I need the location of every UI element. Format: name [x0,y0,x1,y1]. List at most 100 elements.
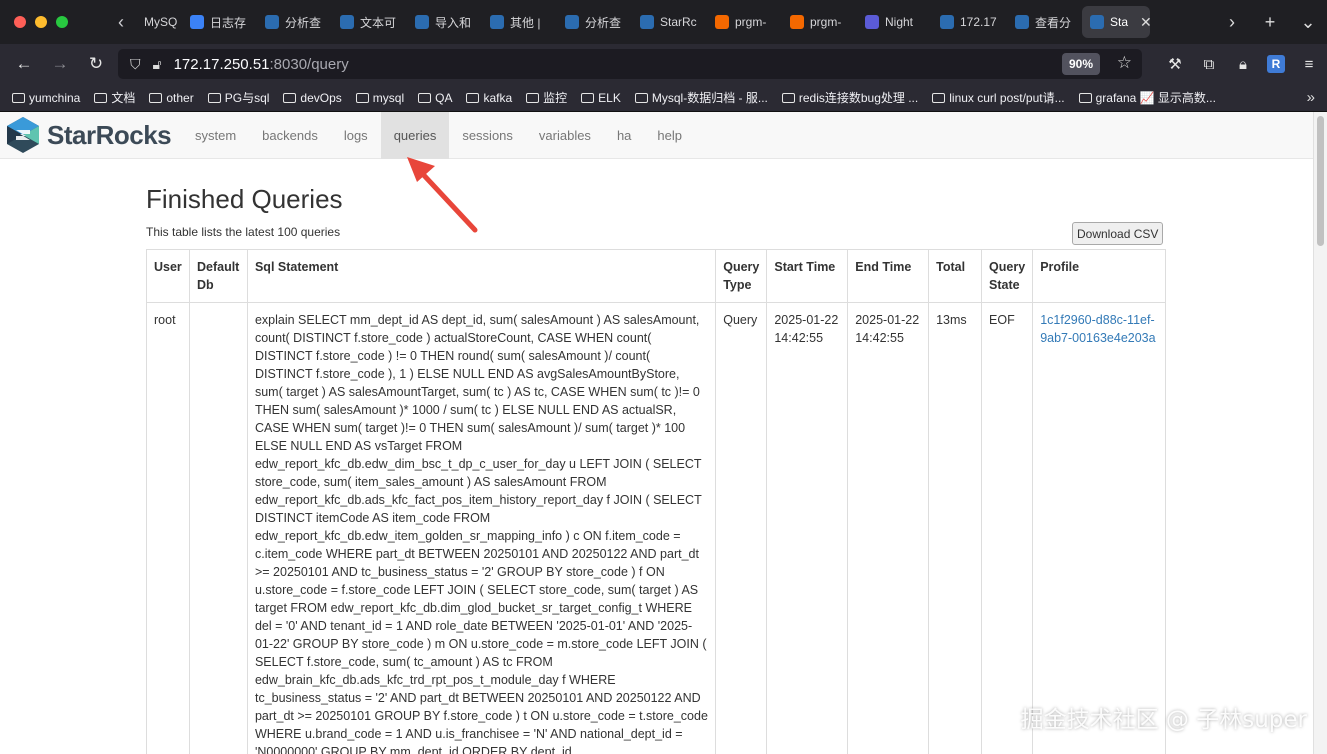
bookmark-icon [781,92,795,103]
bookmark-item[interactable]: Mysql-数据归档 - 服... [634,89,768,106]
maximize-window-button[interactable] [56,16,68,28]
queries-table: User Default Db Sql Statement Query Type Sta… [146,249,1166,754]
lock-icon[interactable]: 🔒︎ [1233,56,1253,73]
extension-r-icon[interactable]: R [1267,55,1285,73]
bookmark-item[interactable]: 监控 [526,89,567,106]
bookmark-item[interactable]: mysql [355,91,404,105]
browser-tab[interactable]: prgm- [707,6,782,38]
browser-tabs: MySQ 日志存 分析查 文本可 导入和 其他 | 分析查 StarRc prgm-prgm- N… [136,0,1150,44]
page-subtitle: This table lists the latest 100 queries [146,225,341,239]
bookmark-item[interactable]: linux curl post/put请... [932,89,1065,106]
browser-tab[interactable]: 查看分 [1007,6,1082,38]
download-csv-button[interactable]: Download CSV [1072,222,1164,245]
nav-backends[interactable]: backends [249,112,331,159]
reload-icon[interactable]: ↻ [78,54,114,74]
wrench-icon[interactable]: ⚒ [1165,55,1185,73]
shield-icon[interactable]: ⛉ [130,56,141,73]
page-title: Finished Queries [146,184,343,214]
nav-variables[interactable]: variables [526,112,604,159]
tab-label: 导入和 [435,15,472,30]
tab-favicon-icon [565,15,579,29]
nav-queries[interactable]: queries [380,112,450,159]
tab-label: StarRc [660,15,697,29]
window-controls [0,16,106,28]
bookmark-item[interactable]: grafana 📈 显示高数... [1078,89,1216,106]
cell-query-type: Query [715,302,768,754]
bookmark-item[interactable]: 文档 [94,89,135,106]
nav-logs[interactable]: logs [331,112,381,159]
bookmark-label: devOps [300,90,342,105]
nav-ha[interactable]: ha [604,112,644,159]
menu-icon[interactable]: ≡ [1299,56,1319,73]
table-row: root explain SELECT mm_dept_id AS dept_id… [146,302,1166,754]
browser-tab[interactable]: 172.17 [932,6,1007,38]
bookmark-label: Mysql-数据归档 - 服... [651,91,768,105]
bookmark-item[interactable]: yumchina [12,91,80,105]
browser-tab[interactable]: MySQ [136,6,182,38]
starrocks-logo-icon [7,117,39,153]
nav-sessions[interactable]: sessions [449,112,526,159]
folder-icon [12,92,25,103]
forward-icon[interactable]: → [42,54,78,74]
zoom-level[interactable]: 90% [1061,53,1100,75]
bookmark-item[interactable]: other [149,90,194,105]
bookmark-item[interactable]: PG与sql [207,89,269,106]
more-bookmarks-icon[interactable]: » [1307,89,1315,106]
tabs-scroll-left-icon[interactable]: ‹ [106,12,136,33]
minimize-window-button[interactable] [35,16,47,28]
browser-tab[interactable]: 文本可 [332,6,407,38]
tabs-scroll-right-icon[interactable]: › [1213,12,1251,33]
cell-total: 13ms [928,302,983,754]
new-tab-icon[interactable]: + [1251,12,1289,33]
column-header: Sql Statement [246,249,717,303]
tab-favicon-icon [340,15,354,29]
page-scrollbar[interactable] [1313,112,1327,754]
bookmark-item[interactable]: QA [418,91,452,105]
back-icon[interactable]: ← [6,54,42,74]
table-header-row: User Default Db Sql Statement Query Type Sta… [146,249,1166,303]
cell-profile[interactable]: 1c1f2960-d88c-11ef-9ab7-00163e4e203a [1032,302,1166,754]
bookmarks-bar: yumchina 文档 other PG与sql devOps mysql QA kafka 监… [0,84,1327,112]
extensions-icon[interactable]: ⧉ [1199,56,1219,73]
bookmark-icon [1078,92,1092,103]
tab-label: Night [885,15,914,29]
scrollbar-thumb[interactable] [1317,116,1324,246]
column-header: Default Db [188,249,248,303]
tab-favicon-icon [790,15,804,29]
folder-icon [207,92,221,103]
column-header: Start Time [766,249,849,303]
close-tab-icon[interactable]: ✕ [1140,14,1150,31]
browser-tab[interactable]: 导入和 [407,6,482,38]
browser-tab[interactable]: prgm- [782,6,857,38]
bookmark-star-icon[interactable]: ☆ [1117,53,1132,73]
url-text[interactable]: 172.17.250.51:8030/query [174,56,349,73]
url-bar[interactable]: ⛉ 🔓︎ 172.17.250.51:8030/query 90% ☆ [118,49,1142,79]
browser-tab[interactable]: Night [857,6,932,38]
browser-tab[interactable]: StarRc [632,6,707,38]
browser-tab[interactable]: 分析查 [257,6,332,38]
browser-tab[interactable]: 日志存 [182,6,257,38]
browser-tab[interactable]: 分析查 [557,6,632,38]
bookmark-label: linux curl post/put请... [949,91,1065,105]
lock-insecure-icon[interactable]: 🔓︎ [153,56,162,73]
tab-label: Sta [1110,15,1129,29]
bookmark-item[interactable]: devOps [283,90,342,105]
bookmark-item[interactable]: redis连接数bug处理 ... [781,89,918,106]
tab-label: 文本可 [360,15,397,30]
bookmark-label: other [166,90,194,105]
profile-link[interactable]: 1c1f2960-d88c-11ef-9ab7-00163e4e203a [1040,313,1155,345]
bookmark-label: 文档 [111,91,136,105]
browser-tab[interactable]: Sta ✕ [1082,6,1150,38]
column-header: User [146,249,190,303]
nav-help[interactable]: help [644,112,695,159]
nav-system[interactable]: system [182,112,249,159]
browser-toolbar: ← → ↻ ⛉ 🔓︎ 172.17.250.51:8030/query 90% … [0,44,1327,84]
browser-tab-bar: ‹ MySQ 日志存 分析查 文本可 导入和 其他 | 分析查 StarRc prgm-prgm… [0,0,1327,44]
browser-tab[interactable]: 其他 | [482,6,557,38]
tab-list-icon[interactable]: ⌄ [1289,12,1327,33]
bookmark-item[interactable]: kafka [466,91,512,105]
watermark: 掘金技术社区 @ 子林super [1020,707,1307,733]
close-window-button[interactable] [14,16,26,28]
starrocks-logo[interactable]: StarRocks [0,115,182,155]
bookmark-item[interactable]: ELK [581,91,621,105]
